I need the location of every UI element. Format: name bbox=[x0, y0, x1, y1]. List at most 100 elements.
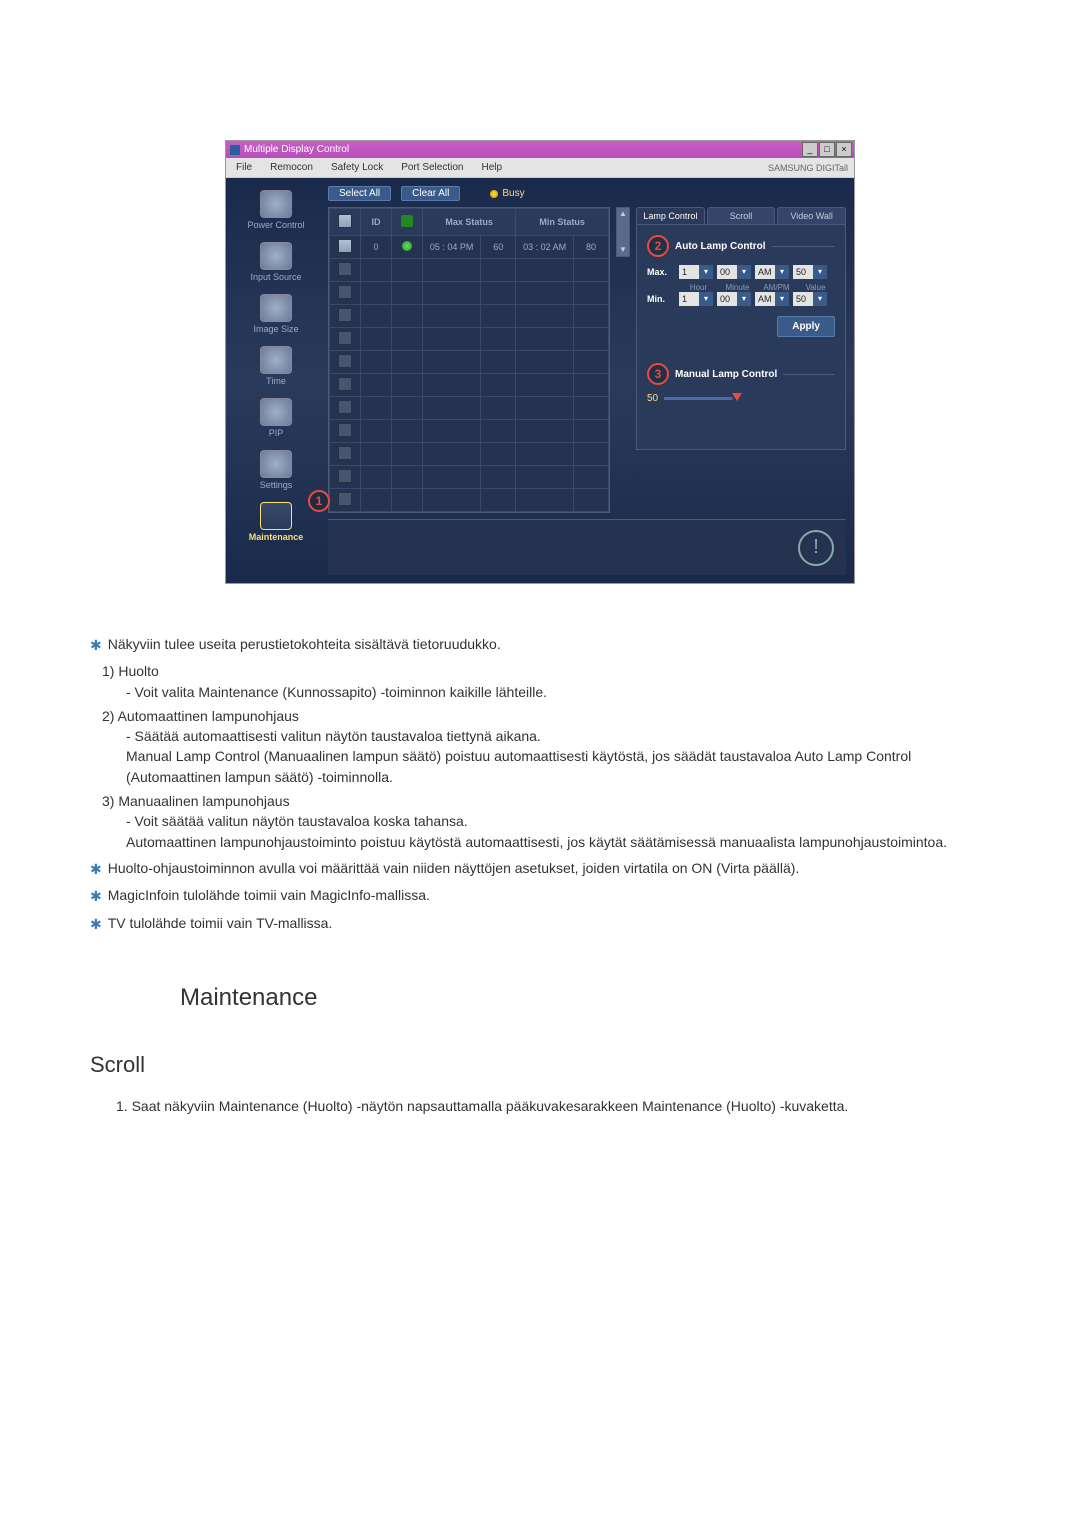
list-item: 2) Automaattinen lampunohjaus - Säätää a… bbox=[102, 706, 990, 787]
row-checkbox[interactable] bbox=[338, 446, 352, 460]
power-header-icon bbox=[401, 215, 413, 227]
menu-help[interactable]: Help bbox=[475, 162, 508, 173]
chevron-down-icon: ▾ bbox=[813, 265, 827, 279]
min-label: Min. bbox=[647, 294, 675, 304]
doc-text: Huolto-ohjaustoiminnon avulla voi määrit… bbox=[108, 858, 800, 878]
row-checkbox[interactable] bbox=[338, 469, 352, 483]
menu-safety-lock[interactable]: Safety Lock bbox=[325, 162, 389, 173]
menu-port-selection[interactable]: Port Selection bbox=[395, 162, 469, 173]
row-checkbox[interactable] bbox=[338, 285, 352, 299]
auto-lamp-title: Auto Lamp Control bbox=[675, 241, 766, 252]
min-hour-select[interactable]: 1▾ bbox=[679, 292, 713, 306]
table-row bbox=[330, 374, 609, 397]
max-value-select[interactable]: 50▾ bbox=[793, 265, 827, 279]
item-head: 2) Automaattinen lampunohjaus bbox=[102, 706, 990, 726]
sidebar-item-pip[interactable]: PIP bbox=[226, 394, 326, 446]
cell-min-time: 03 : 02 AM bbox=[516, 236, 574, 259]
sub-hour: Hour bbox=[679, 283, 718, 292]
star-icon: ✱ bbox=[90, 635, 102, 655]
maximize-button[interactable]: □ bbox=[819, 142, 835, 157]
table-row bbox=[330, 328, 609, 351]
row-checkbox[interactable] bbox=[338, 331, 352, 345]
window-title: Multiple Display Control bbox=[244, 144, 349, 155]
max-ampm-select[interactable]: AM▾ bbox=[755, 265, 789, 279]
callout-3: 3 bbox=[647, 363, 669, 385]
time-icon bbox=[260, 346, 292, 374]
cell-max-time: 05 : 04 PM bbox=[423, 236, 481, 259]
image-size-icon bbox=[260, 294, 292, 322]
clear-all-button[interactable]: Clear All bbox=[401, 186, 460, 201]
header-checkbox[interactable] bbox=[338, 214, 352, 228]
tab-video-wall[interactable]: Video Wall bbox=[777, 207, 846, 224]
row-checkbox[interactable] bbox=[338, 354, 352, 368]
row-checkbox[interactable] bbox=[338, 239, 352, 253]
table-row bbox=[330, 489, 609, 512]
row-checkbox[interactable] bbox=[338, 308, 352, 322]
item-body: - Säätää automaattisesti valitun näytön … bbox=[102, 726, 990, 746]
busy-icon bbox=[490, 190, 498, 198]
status-footer: ! bbox=[328, 519, 846, 575]
busy-label: Busy bbox=[502, 188, 524, 199]
table-row bbox=[330, 443, 609, 466]
table-row bbox=[330, 397, 609, 420]
row-checkbox[interactable] bbox=[338, 377, 352, 391]
menu-file[interactable]: File bbox=[230, 162, 258, 173]
sidebar-item-settings[interactable]: Settings bbox=[226, 446, 326, 498]
doc-body: ✱ Näkyviin tulee useita perustietokohtei… bbox=[90, 634, 990, 1116]
row-checkbox[interactable] bbox=[338, 262, 352, 276]
min-ampm-select[interactable]: AM▾ bbox=[755, 292, 789, 306]
scroll-thumb[interactable] bbox=[617, 220, 629, 244]
scroll-up-icon[interactable]: ▲ bbox=[617, 208, 629, 220]
min-value-select[interactable]: 50▾ bbox=[793, 292, 827, 306]
manual-lamp-slider[interactable]: 50 bbox=[647, 393, 835, 404]
sidebar-item-label: Maintenance bbox=[249, 532, 304, 542]
power-on-icon bbox=[402, 241, 412, 251]
scroll-down-icon[interactable]: ▼ bbox=[617, 244, 629, 256]
menu-remocon[interactable]: Remocon bbox=[264, 162, 319, 173]
sidebar-item-image-size[interactable]: Image Size bbox=[226, 290, 326, 342]
select-all-button[interactable]: Select All bbox=[328, 186, 391, 201]
sidebar: Power Control Input Source Image Size Ti… bbox=[226, 178, 326, 583]
item-body: - Voit valita Maintenance (Kunnossapito)… bbox=[102, 682, 990, 702]
minimize-button[interactable]: _ bbox=[802, 142, 818, 157]
row-checkbox[interactable] bbox=[338, 423, 352, 437]
power-icon bbox=[260, 190, 292, 218]
sidebar-item-power-control[interactable]: Power Control bbox=[226, 186, 326, 238]
manual-lamp-section: 3 Manual Lamp Control 50 bbox=[647, 363, 835, 404]
tab-scroll[interactable]: Scroll bbox=[707, 207, 776, 224]
auto-lamp-section: 2 Auto Lamp Control Max. 1▾ 00▾ AM▾ 50 bbox=[647, 235, 835, 337]
min-minute-select[interactable]: 00▾ bbox=[717, 292, 751, 306]
chevron-down-icon: ▾ bbox=[775, 265, 789, 279]
close-button[interactable]: × bbox=[836, 142, 852, 157]
settings-icon bbox=[260, 450, 292, 478]
sub-minute: Minute bbox=[718, 283, 757, 292]
slider-thumb-icon[interactable] bbox=[732, 393, 742, 401]
doc-text: MagicInfoin tulolähde toimii vain MagicI… bbox=[108, 885, 430, 905]
max-hour-select[interactable]: 1▾ bbox=[679, 265, 713, 279]
step-text: 1. Saat näkyviin Maintenance (Huolto) -n… bbox=[90, 1096, 990, 1116]
tab-lamp-control[interactable]: Lamp Control bbox=[636, 207, 705, 224]
sidebar-item-label: Input Source bbox=[250, 272, 301, 282]
sidebar-item-label: Image Size bbox=[253, 324, 298, 334]
grid-scrollbar[interactable]: ▲ ▼ bbox=[616, 207, 630, 257]
doc-text: Näkyviin tulee useita perustietokohteita… bbox=[108, 634, 501, 654]
slider-track[interactable] bbox=[664, 397, 835, 400]
app-window: Multiple Display Control _ □ × File Remo… bbox=[225, 140, 855, 584]
sub-ampm: AM/PM bbox=[757, 283, 796, 292]
max-minute-select[interactable]: 00▾ bbox=[717, 265, 751, 279]
col-min: Min Status bbox=[516, 209, 609, 236]
title-bar: Multiple Display Control _ □ × bbox=[226, 141, 854, 158]
sidebar-item-input-source[interactable]: Input Source bbox=[226, 238, 326, 290]
row-checkbox[interactable] bbox=[338, 492, 352, 506]
sidebar-item-time[interactable]: Time bbox=[226, 342, 326, 394]
apply-button[interactable]: Apply bbox=[777, 316, 835, 337]
callout-2: 2 bbox=[647, 235, 669, 257]
max-label: Max. bbox=[647, 267, 675, 277]
chevron-down-icon: ▾ bbox=[775, 292, 789, 306]
sidebar-item-maintenance[interactable]: 1 Maintenance bbox=[226, 498, 326, 550]
row-checkbox[interactable] bbox=[338, 400, 352, 414]
star-icon: ✱ bbox=[90, 859, 102, 879]
table-row[interactable]: 0 05 : 04 PM 60 03 : 02 AM 80 bbox=[330, 236, 609, 259]
right-panel: Lamp Control Scroll Video Wall 2 Auto La… bbox=[636, 207, 846, 450]
slider-value: 50 bbox=[647, 393, 658, 404]
